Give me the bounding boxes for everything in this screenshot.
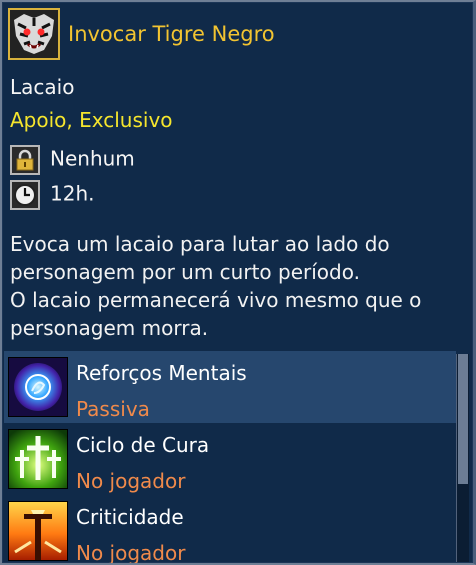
related-skills-scrollbar[interactable] <box>456 354 469 562</box>
tooltip-header: Invocar Tigre Negro <box>8 8 453 60</box>
cost-value: Nenhum <box>50 146 135 171</box>
skill-title: Invocar Tigre Negro <box>68 21 275 46</box>
related-skills-list: Reforços Mentais Passiva Ciclo de Cura N… <box>4 351 456 565</box>
cost-row: Nenhum <box>10 145 135 175</box>
related-skill-name: Reforços Mentais <box>76 361 247 385</box>
skill-tooltip: Invocar Tigre Negro Lacaio Apoio, Exclus… <box>0 0 476 565</box>
related-skill-reforcos-mentais[interactable]: Reforços Mentais Passiva <box>4 351 456 423</box>
scrollbar-thumb[interactable] <box>458 354 468 484</box>
description-line: personagem por um curto período. <box>10 260 360 284</box>
description-line: personagem morra. <box>10 316 209 340</box>
related-skill-target: Passiva <box>76 397 150 421</box>
description-line: Evoca um lacaio para lutar ao lado do <box>10 232 390 256</box>
flaming-sword-icon <box>8 501 68 561</box>
skill-tags: Apoio, Exclusivo <box>10 108 173 132</box>
healing-crosses-icon <box>8 429 68 489</box>
cooldown-row: 12h. <box>10 180 94 210</box>
description-line: O lacaio permanecerá vivo mesmo que o <box>10 288 422 312</box>
related-skill-ciclo-de-cura[interactable]: Ciclo de Cura No jogador <box>4 423 456 495</box>
cooldown-value: 12h. <box>50 181 95 206</box>
black-tiger-icon <box>8 8 60 60</box>
related-skill-name: Ciclo de Cura <box>76 433 210 457</box>
related-skill-criticidade[interactable]: Criticidade No jogador <box>4 495 456 565</box>
related-skill-name: Criticidade <box>76 505 184 529</box>
lock-icon <box>10 145 40 175</box>
mental-orb-icon <box>8 357 68 417</box>
related-skill-target: No jogador <box>76 469 186 493</box>
related-skill-target: No jogador <box>76 541 186 565</box>
clock-icon <box>10 180 40 210</box>
skill-type: Lacaio <box>10 75 75 99</box>
skill-description: Evoca um lacaio para lutar ao lado do pe… <box>10 230 450 342</box>
